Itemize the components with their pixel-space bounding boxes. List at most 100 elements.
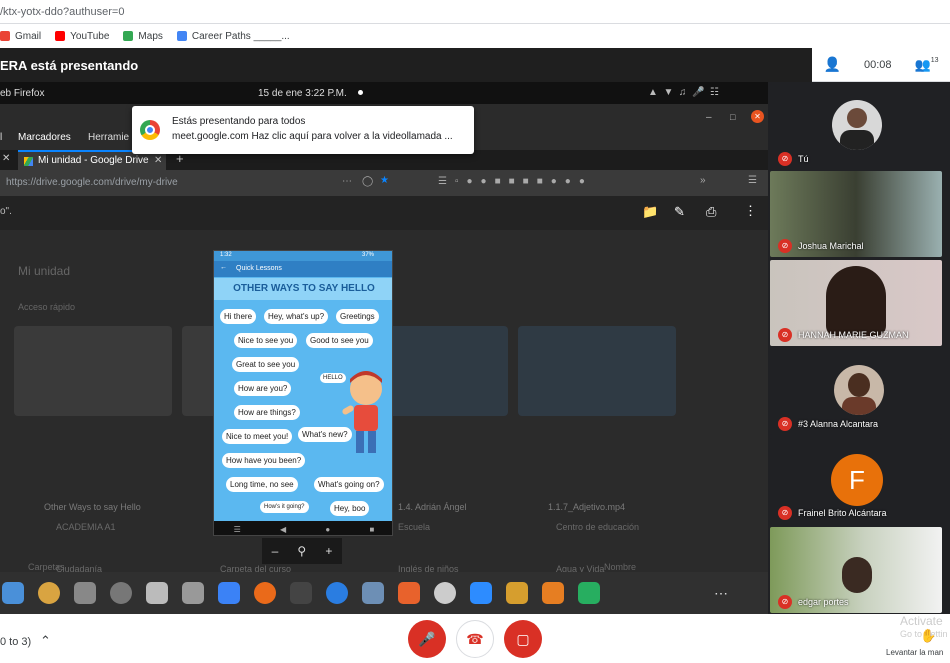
folder-item[interactable]: ACADEMIA A1 [56, 522, 116, 532]
phone-status-bar: 1:32 37% [214, 251, 392, 261]
calc-app-icon[interactable] [578, 582, 600, 604]
participants-button[interactable]: 👥 13 [915, 57, 939, 73]
bookmark-career-paths[interactable]: Career Paths _____... [176, 31, 290, 42]
participant-name: Frainel Brito Alcántara [798, 508, 887, 518]
mic-off-icon: ⊘ [778, 595, 792, 609]
bookmark-gmail[interactable]: Gmail [0, 31, 41, 42]
chat-app-icon[interactable] [74, 582, 96, 604]
back-arrow-icon[interactable]: ← [220, 264, 227, 271]
phrase-pill: Great to see you [232, 357, 300, 372]
menu-item-herramientas[interactable]: Herramie [88, 132, 129, 143]
zoom-app-icon[interactable] [470, 582, 492, 604]
drive-toolbar: o". 📁 ✎ ⎙ ⋮ [0, 196, 768, 230]
participant-tile[interactable]: ⊘ Joshua Marichal [770, 171, 942, 257]
gmail-icon [0, 31, 10, 41]
bookmark-label: Maps [138, 30, 163, 42]
pocket-icon[interactable]: ◯ [362, 176, 373, 187]
folder-icon[interactable]: 📁 [642, 204, 658, 220]
file-card[interactable] [14, 326, 172, 416]
browser-address-bar[interactable]: /ktx-yotx-ddo?authuser=0 [0, 0, 950, 24]
section-quick-access: Acceso rápido [18, 302, 76, 312]
raise-hand-label[interactable]: Levantar la man [886, 648, 943, 657]
person-icon[interactable]: 👤 [824, 56, 841, 73]
image-app-icon[interactable] [362, 582, 384, 604]
toggle-camera-button[interactable]: ▢ [504, 620, 542, 658]
impress-app-icon[interactable] [542, 582, 564, 604]
phone-home-icon[interactable]: ● [325, 525, 330, 534]
raise-hand-icon[interactable]: ✋ [920, 628, 936, 644]
file-name: 1.4. Adrián Ángel [398, 502, 467, 512]
system-tray-icons[interactable]: ▲ ▼ ♫ 🎤 ☷ [648, 87, 719, 98]
file-card[interactable] [518, 326, 676, 416]
end-call-button[interactable]: ☎ [456, 620, 494, 658]
chrome-app-icon[interactable] [38, 582, 60, 604]
folder-app-icon[interactable] [182, 582, 204, 604]
bookmark-star-icon[interactable]: ★ [380, 175, 389, 186]
participant-name: #3 Alanna Alcantara [798, 419, 879, 429]
phrase-pill: Good to see you [306, 333, 373, 348]
participant-tile[interactable]: ⊘ #3 Alanna Alcantara [770, 349, 942, 435]
document-app-icon[interactable] [146, 582, 168, 604]
archive-app-icon[interactable] [506, 582, 528, 604]
overflow-menu-icon[interactable]: » [700, 175, 706, 186]
chevron-up-icon[interactable]: ⌃ [40, 633, 51, 649]
bookmark-label: YouTube [70, 30, 110, 42]
mic-off-icon: 🎤 [418, 630, 436, 647]
close-tab-icon[interactable]: ✕ [154, 155, 162, 166]
zoom-in-icon[interactable]: + [325, 544, 332, 558]
bookmark-youtube[interactable]: YouTube [55, 31, 109, 42]
menu-item-marcadores[interactable]: Marcadores [18, 132, 71, 143]
zoom-search-icon[interactable]: ⚲ [297, 544, 306, 558]
participant-tile[interactable]: F ⊘ Frainel Brito Alcántara [770, 438, 942, 524]
bookmark-maps[interactable]: Maps [123, 30, 163, 42]
phone-menu-icon[interactable]: ☰ [234, 525, 241, 534]
page-actions-icon[interactable]: ⋯ [342, 176, 352, 187]
phone-nav-bar: ☰ ◀ ● ■ [214, 521, 392, 535]
close-tab-icon[interactable]: ✕ [2, 153, 10, 164]
participant-tile[interactable]: ⊘ HANNAH MARIE GUZMAN [770, 260, 942, 346]
phone-screenshot: 1:32 37% ← Quick Lessons OTHER WAYS TO S… [213, 250, 393, 536]
sharing-notification[interactable]: Estás presentando para todos meet.google… [132, 106, 474, 154]
print-icon[interactable]: ⎙ [706, 204, 716, 220]
firefox-url[interactable]: https://drive.google.com/drive/my-drive [6, 177, 178, 188]
windows-watermark-line1: Activate [900, 614, 943, 628]
record-dot-icon [358, 90, 363, 95]
participant-name: Tú [798, 154, 809, 164]
pagination-text: 0 to 3) [0, 636, 32, 648]
avatar [832, 100, 882, 150]
accessibility-app-icon[interactable] [434, 582, 456, 604]
browser-url[interactable]: /ktx-yotx-ddo?authuser=0 [0, 6, 124, 18]
phone-recent-icon[interactable]: ■ [369, 525, 374, 534]
folder-item[interactable]: Escuela [398, 522, 430, 532]
software-app-icon[interactable] [398, 582, 420, 604]
help-app-icon[interactable] [326, 582, 348, 604]
participant-tile[interactable]: ⊘ Tú [770, 84, 942, 170]
participant-tile[interactable]: ⊘ edgar portes [770, 527, 942, 613]
close-icon[interactable]: ✕ [751, 110, 764, 123]
system-clock: 15 de ene 3:22 P.M. [258, 88, 347, 99]
menu-item-prefix[interactable]: l [0, 132, 2, 143]
settings-app-icon[interactable] [110, 582, 132, 604]
maximize-icon[interactable]: □ [730, 112, 735, 122]
folder-item[interactable]: Centro de educación [556, 522, 639, 532]
toggle-mic-button[interactable]: 🎤 [408, 620, 446, 658]
more-options-icon[interactable]: ⋮ [744, 203, 757, 219]
active-app-label[interactable]: eb Firefox [0, 88, 44, 99]
hamburger-menu-icon[interactable]: ☰ [748, 175, 757, 186]
zoom-out-icon[interactable]: – [272, 544, 279, 558]
files-app-icon[interactable] [2, 582, 24, 604]
minimize-icon[interactable]: – [706, 112, 712, 123]
app-grid-icon[interactable]: ⋯ [714, 585, 728, 602]
feedback-icon[interactable]: ✎ [674, 204, 685, 220]
phone-back-icon[interactable]: ◀ [280, 525, 286, 534]
firefox-address-bar[interactable]: https://drive.google.com/drive/my-drive … [0, 170, 768, 196]
writer-app-icon[interactable] [218, 582, 240, 604]
phrase-pill: How are you? [234, 381, 292, 396]
phone-app-title: Quick Lessons [236, 265, 282, 272]
sharing-message[interactable]: meet.google.com Haz clic aquí para volve… [172, 131, 453, 142]
sort-label[interactable]: Nombre [604, 562, 636, 572]
extension-icons[interactable]: ☰▫●●■■■■●●● [438, 176, 593, 187]
terminal-app-icon[interactable] [290, 582, 312, 604]
meet-controls-bar: 0 to 3) ⌃ 🎤 ☎ ▢ Activate Go to Settin ✋ … [0, 614, 950, 663]
updater-app-icon[interactable] [254, 582, 276, 604]
